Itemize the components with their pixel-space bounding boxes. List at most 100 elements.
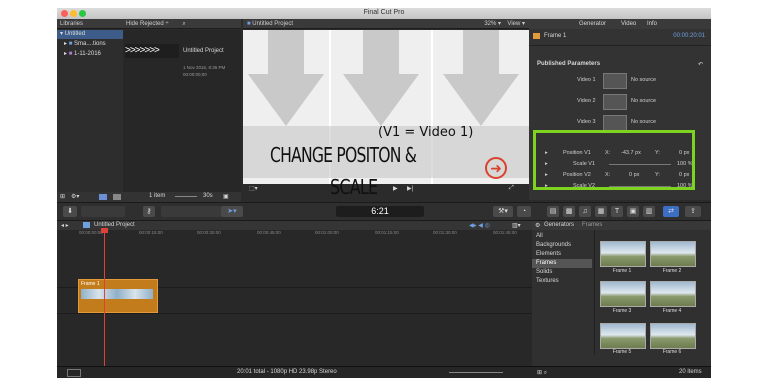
video-3-source: No source — [631, 119, 657, 125]
playhead[interactable] — [104, 228, 105, 366]
generator-thumbnail[interactable] — [650, 241, 696, 267]
category-item[interactable]: Textures — [536, 278, 559, 284]
ruler-tick: 00:00:30:00 — [197, 230, 221, 235]
view-popup[interactable]: View ▾ — [507, 19, 525, 29]
key-icon[interactable]: ⚷ — [143, 206, 155, 217]
retime-icon[interactable]: ◔ — [517, 206, 531, 217]
share-icon[interactable]: ⇪ — [685, 206, 701, 217]
generators-title: Generators — [544, 222, 575, 228]
tab-generator[interactable]: Generator — [579, 21, 606, 27]
list-view-icon[interactable] — [113, 194, 121, 200]
category-item[interactable]: Backgrounds — [536, 242, 571, 248]
snapping-icons[interactable]: ◀▸ ◀ ◎ — [469, 222, 490, 229]
filter-popup[interactable]: Hide Rejected ÷ — [126, 21, 169, 27]
ruler-tick: 00:01:30:00 — [433, 230, 457, 235]
down-arrow-icon — [443, 74, 519, 126]
edit-buttons[interactable] — [161, 206, 221, 217]
timeline-header: ◂ ▸ Untitled Project ◀▸ ◀ ◎ ▥▾ — [57, 221, 532, 230]
down-arrow-icon — [248, 74, 324, 126]
generator-thumbnail[interactable] — [600, 323, 646, 349]
zoom-popup[interactable]: 32% ▾ — [484, 19, 501, 29]
tab-video[interactable]: Video — [621, 21, 636, 27]
import-button[interactable]: ⬇ — [63, 206, 77, 217]
generators-subtitle: Frames — [582, 222, 603, 228]
viewer-transport: ⬚▾ ▶ ▶| ⤢ — [243, 184, 529, 194]
reset-icon[interactable]: ↶ — [698, 61, 703, 68]
category-item-selected[interactable]: Frames — [536, 260, 556, 266]
video-1-source: No source — [631, 77, 657, 83]
viewer-canvas[interactable]: ➜ — [243, 30, 529, 194]
generator-label: Frame 4 — [662, 308, 682, 314]
browser-header: Hide Rejected ÷ ⌕ — [123, 19, 241, 29]
generator-thumbnail[interactable] — [650, 323, 696, 349]
window-title: Final Cut Pro — [363, 9, 405, 16]
generators-icon[interactable]: ▣ — [627, 206, 639, 217]
inspector-toggle-icon[interactable]: ⇄ — [663, 206, 679, 217]
tab-info[interactable]: Info — [647, 21, 657, 27]
ruler-tick: 00:00:15:00 — [139, 230, 163, 235]
zoom-slider[interactable] — [175, 196, 197, 197]
video-3-well[interactable] — [603, 115, 627, 131]
media-icon[interactable]: ▤ — [547, 206, 559, 217]
generator-thumbnail[interactable] — [600, 281, 646, 307]
arrow-stem — [268, 30, 304, 76]
themes-icon[interactable]: ▥ — [643, 206, 655, 217]
down-arrow-icon — [343, 74, 419, 126]
status-bar: 20:01 total - 1080p HD 23.98p Stereo ⊞ ⌕… — [57, 366, 711, 378]
video-3-label: Video 3 — [577, 119, 596, 125]
play-button[interactable]: ▶ — [393, 185, 398, 192]
enhance-icon[interactable]: ⚒▾ — [493, 206, 513, 217]
history-arrows[interactable]: ◂ ▸ — [61, 222, 69, 229]
main-toolbar: ⬇ ⚷ ➤▾ 6:21 ⚒▾ ◔ ▤ ▩ ♫ ▦ T ▣ ▥ ⇄ ⇪ — [57, 202, 711, 221]
category-item[interactable]: Elements — [536, 251, 561, 257]
gear-icon[interactable]: ⚙▾ — [71, 193, 79, 200]
timeline-clip[interactable]: Frame 1 — [78, 279, 158, 313]
generators-browser: ⚙ Generators Frames All Backgrounds Elem… — [532, 221, 711, 366]
published-parameters-heading: Published Parameters — [537, 61, 601, 67]
arrow-stem — [363, 30, 399, 76]
browser-footer: ⊞ ⚙▾ 1 item 30s ▣ — [57, 192, 241, 202]
clip-appearance-icon[interactable]: ▥▾ — [512, 222, 521, 229]
category-item[interactable]: All — [536, 233, 543, 239]
timeline-index-icon[interactable] — [67, 369, 81, 377]
next-button[interactable]: ▶| — [407, 185, 413, 192]
library-item[interactable]: ▾ Untitled — [57, 30, 123, 39]
generator-label: Frame 5 — [612, 349, 632, 355]
search-icon[interactable]: ⊞ ⌕ — [537, 369, 547, 377]
add-icon[interactable]: ⊞ — [60, 193, 65, 200]
generator-thumbnail[interactable] — [650, 281, 696, 307]
video-2-label: Video 2 — [577, 98, 596, 104]
titles-icon[interactable]: T — [611, 206, 623, 217]
keyword-button[interactable] — [81, 206, 125, 217]
audio-icon[interactable]: ▦ — [595, 206, 607, 217]
title-bar: Final Cut Pro — [57, 8, 711, 19]
ruler-tick: 00:00:00:00 — [79, 230, 103, 235]
generators-header: ⚙ Generators Frames — [532, 221, 711, 230]
event-icon: ■ — [68, 51, 73, 57]
generator-label: Frame 6 — [662, 349, 682, 355]
viewer-options-icon[interactable]: ⬚▾ — [249, 185, 258, 192]
divider — [529, 45, 711, 46]
filmstrip-view-icon[interactable] — [99, 194, 107, 200]
overlay-headline-line2: SCALE — [330, 175, 378, 199]
select-tool-icon[interactable]: ➤▾ — [221, 206, 243, 217]
timecode-display[interactable]: 6:21 — [336, 206, 424, 217]
generator-thumbnail[interactable] — [600, 241, 646, 267]
library-item[interactable]: ▸ ■ 1-11-2016 — [57, 50, 123, 59]
clip-appearance-icon[interactable]: ▣ — [223, 193, 229, 200]
video-2-well[interactable] — [603, 94, 627, 110]
playhead-handle[interactable] — [101, 228, 108, 233]
project-icon — [83, 222, 90, 228]
music-icon[interactable]: ♫ — [579, 206, 591, 217]
category-item[interactable]: Solids — [536, 269, 552, 275]
timeline-zoom-slider[interactable] — [449, 372, 503, 373]
photos-icon[interactable]: ▩ — [563, 206, 575, 217]
clip-filmstrip[interactable]: >>>>>>> — [125, 44, 179, 58]
library-item[interactable]: ▸ ■ Sma....tions — [57, 40, 123, 49]
fcp-window: Final Cut Pro Libraries ▾ Untitled ▸ ■ S… — [57, 8, 711, 378]
inspector-clip-timecode: 00:00:20:01 — [673, 33, 705, 39]
ruler-tick: 00:01:15:00 — [375, 230, 399, 235]
search-icon[interactable]: ⌕ — [182, 21, 185, 27]
video-1-well[interactable] — [603, 73, 627, 89]
fullscreen-icon[interactable]: ⤢ — [509, 185, 514, 192]
